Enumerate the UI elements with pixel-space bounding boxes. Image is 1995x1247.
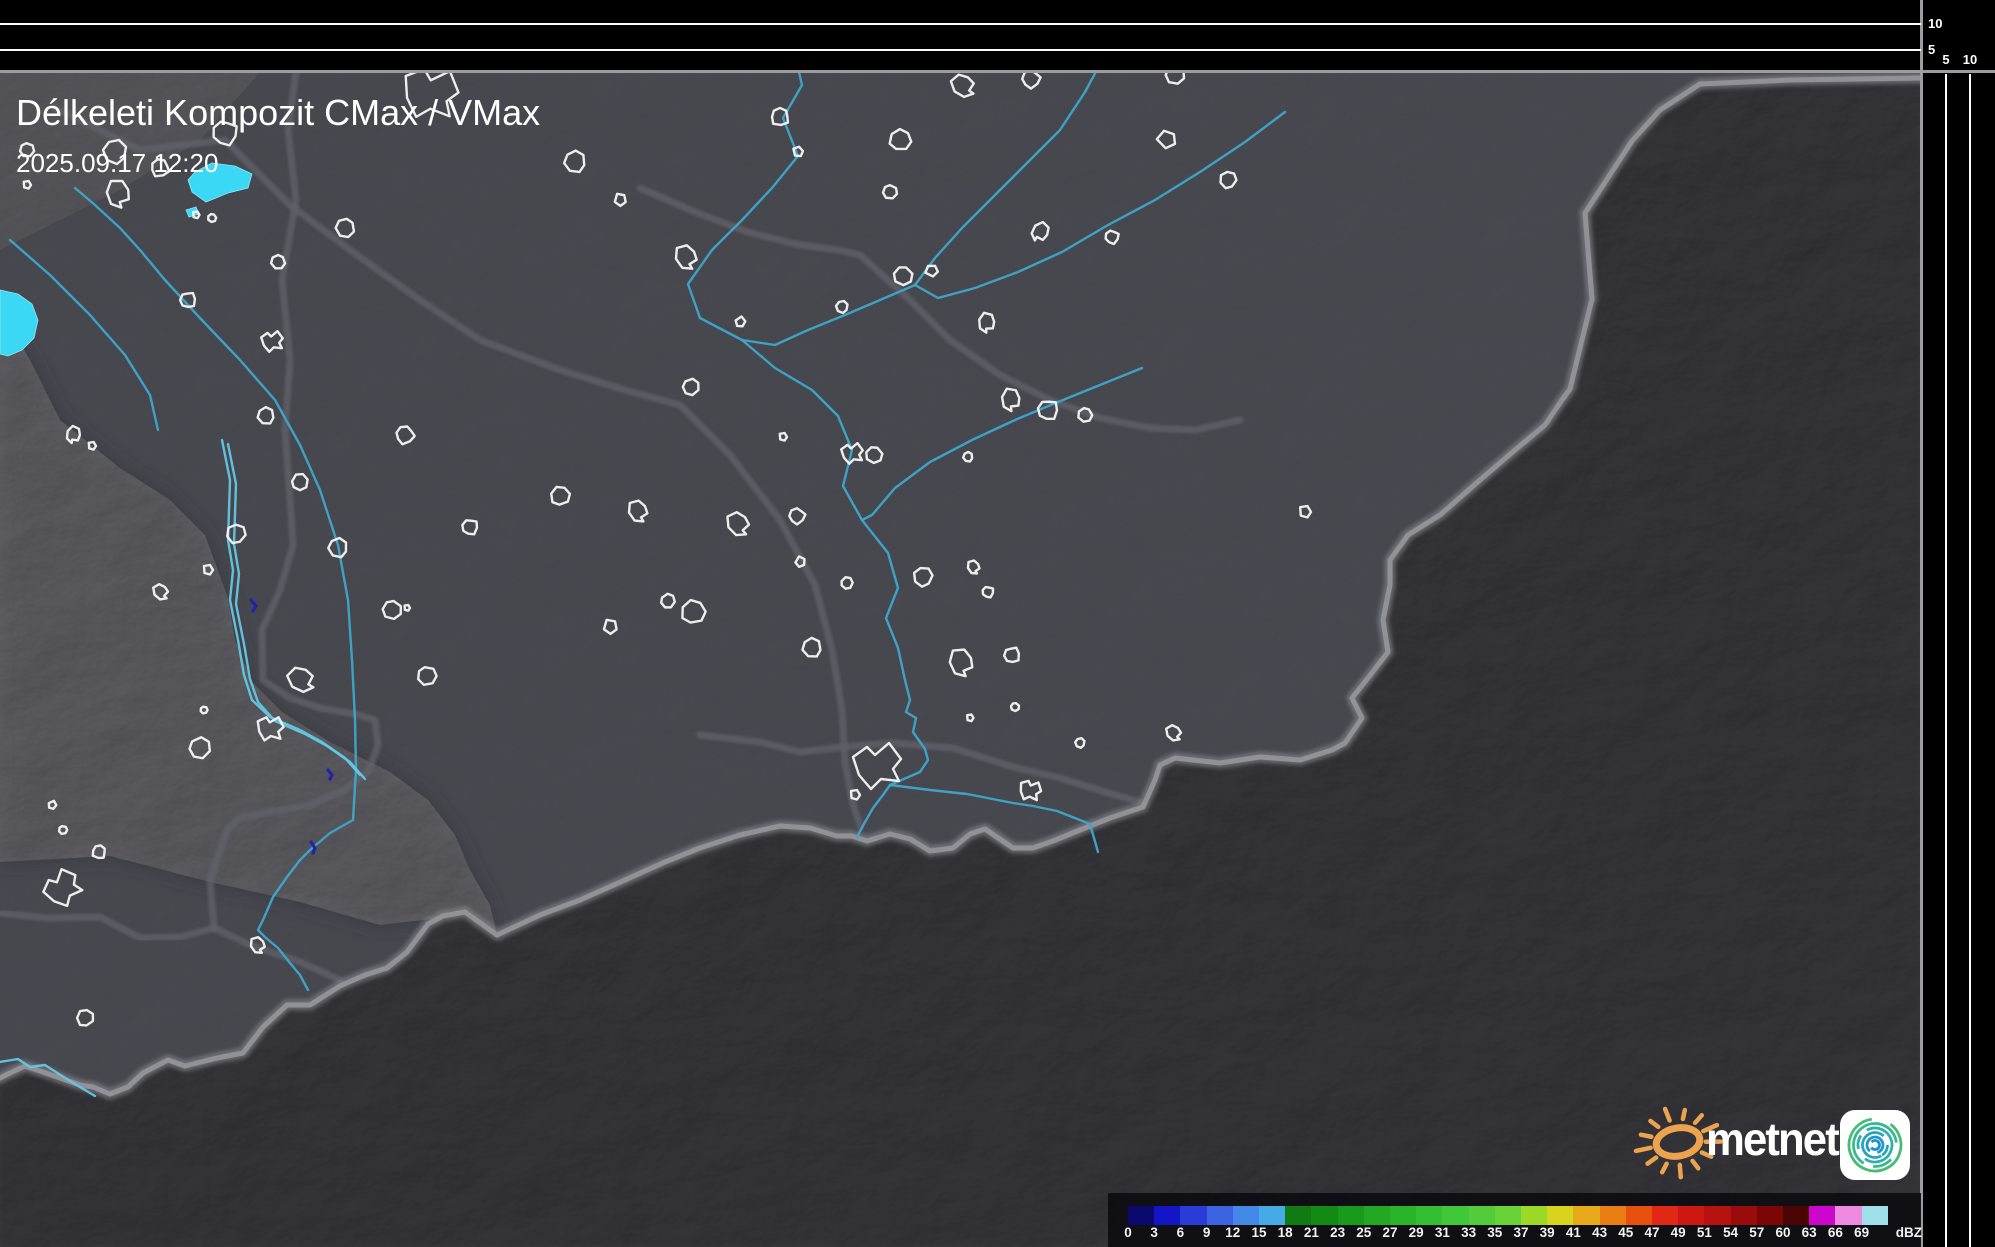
hungaromet-logo-icon (1838, 1108, 1918, 1188)
colorbar-tick-label: 21 (1304, 1225, 1319, 1240)
colorbar-tick-label: 23 (1330, 1225, 1345, 1240)
colorbar-segment (1757, 1206, 1784, 1225)
colorbar-tick-label: 6 (1177, 1225, 1185, 1240)
colorbar-segment (1469, 1206, 1496, 1225)
page-title: Délkeleti Kompozit CMax / VMax (16, 92, 540, 134)
colorbar-segment (1783, 1206, 1810, 1225)
colorbar-tick-label: 47 (1644, 1225, 1659, 1240)
colorbar-segment (1180, 1206, 1207, 1225)
colorbar-segment (1547, 1206, 1574, 1225)
timestamp: 2025.09.17 12:20 (16, 148, 218, 179)
colorbar-segment (1652, 1206, 1679, 1225)
colorbar-tick-label: 35 (1487, 1225, 1502, 1240)
map-canvas (0, 72, 1921, 1247)
colorbar-segment (1442, 1206, 1469, 1225)
right-profile-gridline-label: 5 (1942, 53, 1949, 66)
top-profile-gridline-label: 10 (1928, 17, 1942, 30)
colorbar-segment (1704, 1206, 1731, 1225)
colorbar-segment (1835, 1206, 1862, 1225)
colorbar-segment (1207, 1206, 1234, 1225)
colorbar-tick-label: 54 (1723, 1225, 1738, 1240)
colorbar-tick-label: 69 (1854, 1225, 1869, 1240)
colorbar-tick-label: 29 (1409, 1225, 1424, 1240)
top-profile-gridline (0, 49, 1921, 51)
right-profile-panel (1923, 73, 1995, 1247)
top-profile-gridline-label: 5 (1928, 43, 1935, 56)
colorbar-tick-label: 3 (1150, 1225, 1158, 1240)
colorbar-segment (1626, 1206, 1653, 1225)
colorbar-tick-label: 43 (1592, 1225, 1607, 1240)
colorbar-segment (1154, 1206, 1181, 1225)
colorbar-tick-label: 66 (1828, 1225, 1843, 1240)
colorbar-segment (1678, 1206, 1705, 1225)
colorbar-segment (1731, 1206, 1758, 1225)
colorbar-tick-label: 25 (1356, 1225, 1371, 1240)
right-profile-gridline (1969, 74, 1971, 1247)
colorbar-tick-label: 12 (1225, 1225, 1240, 1240)
colorbar-segment (1390, 1206, 1417, 1225)
colorbar-segment (1285, 1206, 1312, 1225)
colorbar-tick-label: 49 (1671, 1225, 1686, 1240)
profile-divider-horizontal (0, 70, 1995, 73)
colorbar-segment (1338, 1206, 1365, 1225)
colorbar-tick-label: 63 (1802, 1225, 1817, 1240)
colorbar-tick-label: 31 (1435, 1225, 1450, 1240)
colorbar-segment (1809, 1206, 1836, 1225)
colorbar-segment (1259, 1206, 1286, 1225)
colorbar-segment (1311, 1206, 1338, 1225)
colorbar-tick-label: 39 (1540, 1225, 1555, 1240)
colorbar-segment (1128, 1206, 1155, 1225)
top-profile-panel (0, 0, 1921, 70)
colorbar-tick-label: 60 (1775, 1225, 1790, 1240)
colorbar-tick-label: 33 (1461, 1225, 1476, 1240)
right-profile-gridline (1945, 74, 1947, 1247)
colorbar-segment (1521, 1206, 1548, 1225)
colorbar-tick-label: 45 (1618, 1225, 1633, 1240)
colorbar-segment (1600, 1206, 1627, 1225)
colorbar-segment (1233, 1206, 1260, 1225)
colorbar-segment (1495, 1206, 1522, 1225)
branding: metnet (1600, 1080, 1920, 1190)
colorbar-tick-label: 15 (1251, 1225, 1266, 1240)
profile-divider-vertical (1920, 0, 1923, 1247)
colorbar-tick-label: 18 (1278, 1225, 1293, 1240)
top-profile-gridline (0, 23, 1921, 25)
radar-map (0, 72, 1921, 1247)
colorbar-segment (1416, 1206, 1443, 1225)
colorbar-segment (1364, 1206, 1391, 1225)
colorbar-tick-label: 0 (1124, 1225, 1132, 1240)
dbz-colorbar: 0369121518212325272931333537394143454749… (1108, 1193, 1921, 1247)
right-profile-gridline-label: 10 (1963, 53, 1977, 66)
colorbar-tick-label: 51 (1697, 1225, 1712, 1240)
colorbar-tick-label: 57 (1749, 1225, 1764, 1240)
colorbar-segment (1862, 1206, 1889, 1225)
colorbar-tick-label: 41 (1566, 1225, 1581, 1240)
colorbar-tick-label: 9 (1203, 1225, 1211, 1240)
radar-composite-screen: Délkeleti Kompozit CMax / VMax 2025.09.1… (0, 0, 1995, 1247)
colorbar-segment (1573, 1206, 1600, 1225)
colorbar-unit-label: dBZ (1896, 1225, 1922, 1240)
colorbar-tick-label: 37 (1513, 1225, 1528, 1240)
colorbar-tick-label: 27 (1382, 1225, 1397, 1240)
metnet-wordmark: metnet (1706, 1112, 1838, 1166)
